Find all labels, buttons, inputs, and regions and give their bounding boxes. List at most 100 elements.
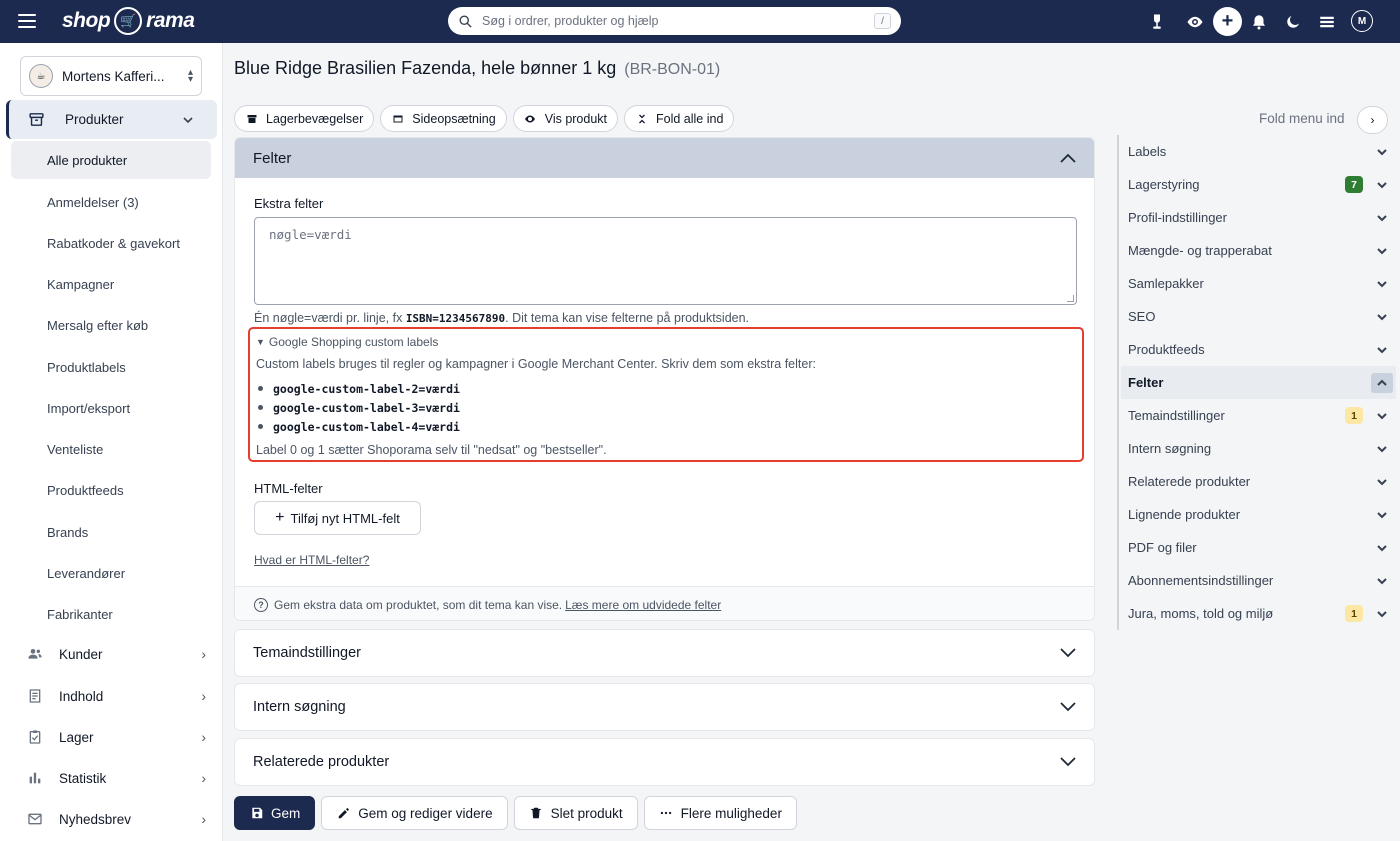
chevron-down-icon — [1374, 573, 1390, 589]
sidebar-item-products[interactable]: Produkter — [6, 100, 217, 139]
view-product-button[interactable]: Vis produkt — [512, 105, 619, 132]
add-html-field-label: Tilføj nyt HTML-felt — [290, 510, 400, 526]
sidebar-item-label: Produkter — [65, 112, 124, 127]
chevron-down-icon — [1374, 342, 1390, 358]
more-options-button[interactable]: Flere muligheder — [643, 796, 797, 830]
help-code-example: ISBN=1234567890 — [405, 312, 506, 325]
add-icon[interactable]: + — [1213, 7, 1242, 36]
save-and-continue-label: Gem og rediger videre — [358, 805, 493, 821]
sidebar-subitem-import-export[interactable]: Import/eksport — [11, 389, 211, 427]
save-and-continue-button[interactable]: Gem og rediger videre — [321, 796, 508, 830]
avatar[interactable]: M — [1351, 10, 1373, 32]
sidebar-subitem-product-labels[interactable]: Produktlabels — [11, 348, 211, 386]
count-badge: 7 — [1345, 176, 1363, 193]
more-options-label: Flere muligheder — [680, 805, 782, 821]
extra-fields-textarea[interactable]: nøgle=værdi — [254, 217, 1077, 305]
archive-icon — [245, 112, 258, 125]
sidebar-item-content[interactable]: Indhold › — [26, 678, 206, 714]
nav-item-related-products[interactable]: Relaterede produkter — [1121, 465, 1396, 498]
chevron-down-icon — [1374, 474, 1390, 490]
google-shopping-summary-label: Google Shopping custom labels — [268, 335, 439, 349]
nav-item-quantity-discount[interactable]: Mængde- og trapperabat — [1121, 234, 1396, 267]
page-title: Blue Ridge Brasilien Fazenda, hele bønne… — [234, 58, 720, 79]
section-internal-search[interactable]: Intern søgning — [234, 683, 1095, 731]
sidebar-item-label: Lager — [59, 729, 94, 745]
sidebar-subitem-waitlist[interactable]: Venteliste — [11, 430, 211, 468]
section-related-products[interactable]: Relaterede produkter — [234, 738, 1095, 786]
section-theme-settings[interactable]: Temaindstillinger — [234, 629, 1095, 677]
nav-item-seo[interactable]: SEO — [1121, 300, 1396, 333]
nav-item-theme-settings[interactable]: Temaindstillinger 1 — [1121, 399, 1396, 432]
bar-chart-icon — [26, 769, 44, 787]
mail-icon — [26, 810, 44, 828]
chevron-down-icon — [1060, 757, 1076, 767]
action-bar: Lagerbevægelser Sideopsætning Vis produk… — [234, 105, 735, 132]
bottom-action-bar: Gem Gem og rediger videre Slet produkt F… — [234, 796, 797, 830]
eye-icon[interactable] — [1182, 9, 1208, 35]
sidebar-item-customers[interactable]: Kunder › — [26, 636, 206, 672]
html-fields-label: HTML-felter — [254, 481, 323, 496]
nav-item-bundles[interactable]: Samlepakker — [1121, 267, 1396, 300]
nav-item-felter[interactable]: Felter — [1121, 366, 1396, 399]
sidebar-subitem-upsell[interactable]: Mersalg efter køb — [11, 306, 211, 344]
logo-text-left: shop — [62, 9, 111, 32]
page-setup-button[interactable]: Sideopsætning — [380, 105, 507, 132]
nav-item-internal-search[interactable]: Intern søgning — [1121, 432, 1396, 465]
what-is-html-fields-link[interactable]: Hvad er HTML-felter? — [254, 553, 369, 567]
nav-item-subscription-settings[interactable]: Abonnementsindstillinger — [1121, 564, 1396, 597]
storage-icon[interactable] — [1314, 9, 1340, 35]
read-more-extended-fields-link[interactable]: Læs mere om udvidede felter — [565, 598, 721, 612]
nav-item-legal-tax[interactable]: Jura, moms, told og miljø 1 — [1121, 597, 1396, 630]
bell-icon[interactable] — [1246, 9, 1272, 35]
hamburger-menu-icon[interactable] — [18, 14, 36, 28]
shop-name: Mortens Kafferi... — [62, 68, 165, 84]
chevron-down-icon — [183, 116, 193, 123]
resize-handle-icon[interactable] — [1067, 295, 1074, 302]
shop-logo-icon: ☕ — [29, 64, 53, 88]
search-input[interactable]: Søg i ordrer, produkter og hjælp / — [448, 7, 901, 35]
shop-selector[interactable]: ☕ Mortens Kafferi... ▴ ▾ — [20, 56, 202, 96]
pencil-icon — [336, 806, 351, 821]
chevron-right-icon: › — [201, 770, 206, 786]
trophy-icon[interactable] — [1144, 9, 1170, 35]
sidebar-item-label: Statistik — [59, 770, 107, 786]
sidebar-subitem-campaigns[interactable]: Kampagner — [11, 265, 211, 303]
stock-moves-button[interactable]: Lagerbevægelser — [234, 105, 375, 132]
chevron-right-icon[interactable]: › — [1357, 106, 1388, 134]
nav-item-similar-products[interactable]: Lignende produkter — [1121, 498, 1396, 531]
sidebar-item-newsletter[interactable]: Nyhedsbrev › — [26, 801, 206, 837]
sidebar-subitem-brands[interactable]: Brands — [11, 513, 211, 551]
chevron-down-icon — [1374, 144, 1390, 160]
layout-icon — [391, 112, 404, 125]
delete-product-button[interactable]: Slet produkt — [513, 796, 638, 830]
felter-section-footer: ? Gem ekstra data om produktet, som dit … — [235, 586, 1094, 620]
sidebar-item-statistics[interactable]: Statistik › — [26, 760, 206, 796]
sidebar-subitem-reviews[interactable]: Anmeldelser (3) — [11, 183, 211, 221]
nav-item-product-feeds[interactable]: Produktfeeds — [1121, 333, 1396, 366]
sidebar-subitem-all-products[interactable]: Alle produkter — [11, 141, 211, 179]
nav-item-inventory[interactable]: Lagerstyring 7 — [1121, 168, 1396, 201]
sidebar-item-label: Indhold — [59, 688, 104, 704]
logo[interactable]: shop 🛒 rama — [62, 6, 195, 36]
sidebar-item-inventory[interactable]: Lager › — [26, 719, 206, 755]
nav-item-labels[interactable]: Labels — [1121, 135, 1396, 168]
felter-section-header[interactable]: Felter — [235, 138, 1094, 178]
eye-icon — [524, 112, 537, 125]
search-icon — [459, 15, 472, 28]
sidebar-subitem-product-feeds[interactable]: Produktfeeds — [11, 471, 211, 509]
search-shortcut-hint: / — [874, 13, 891, 29]
save-button[interactable]: Gem — [234, 796, 316, 830]
sidebar-subitem-discounts[interactable]: Rabatkoder & gavekort — [11, 224, 211, 262]
trash-icon — [529, 806, 544, 821]
add-html-field-button[interactable]: + Tilføj nyt HTML-felt — [254, 501, 421, 535]
google-shopping-summary-toggle[interactable]: ▼ Google Shopping custom labels — [256, 335, 1076, 349]
chevron-right-icon: › — [201, 729, 206, 745]
sidebar-subitem-suppliers[interactable]: Leverandører — [11, 554, 211, 592]
sidebar-subitem-manufacturers[interactable]: Fabrikanter — [11, 595, 211, 633]
nav-item-pdf-files[interactable]: PDF og filer — [1121, 531, 1396, 564]
nav-item-profile-settings[interactable]: Profil-indstillinger — [1121, 201, 1396, 234]
fold-menu-link[interactable]: Fold menu ind — [1259, 111, 1345, 126]
collapse-icon — [635, 112, 648, 125]
moon-icon[interactable] — [1280, 9, 1306, 35]
fold-all-button[interactable]: Fold alle ind — [624, 105, 735, 132]
